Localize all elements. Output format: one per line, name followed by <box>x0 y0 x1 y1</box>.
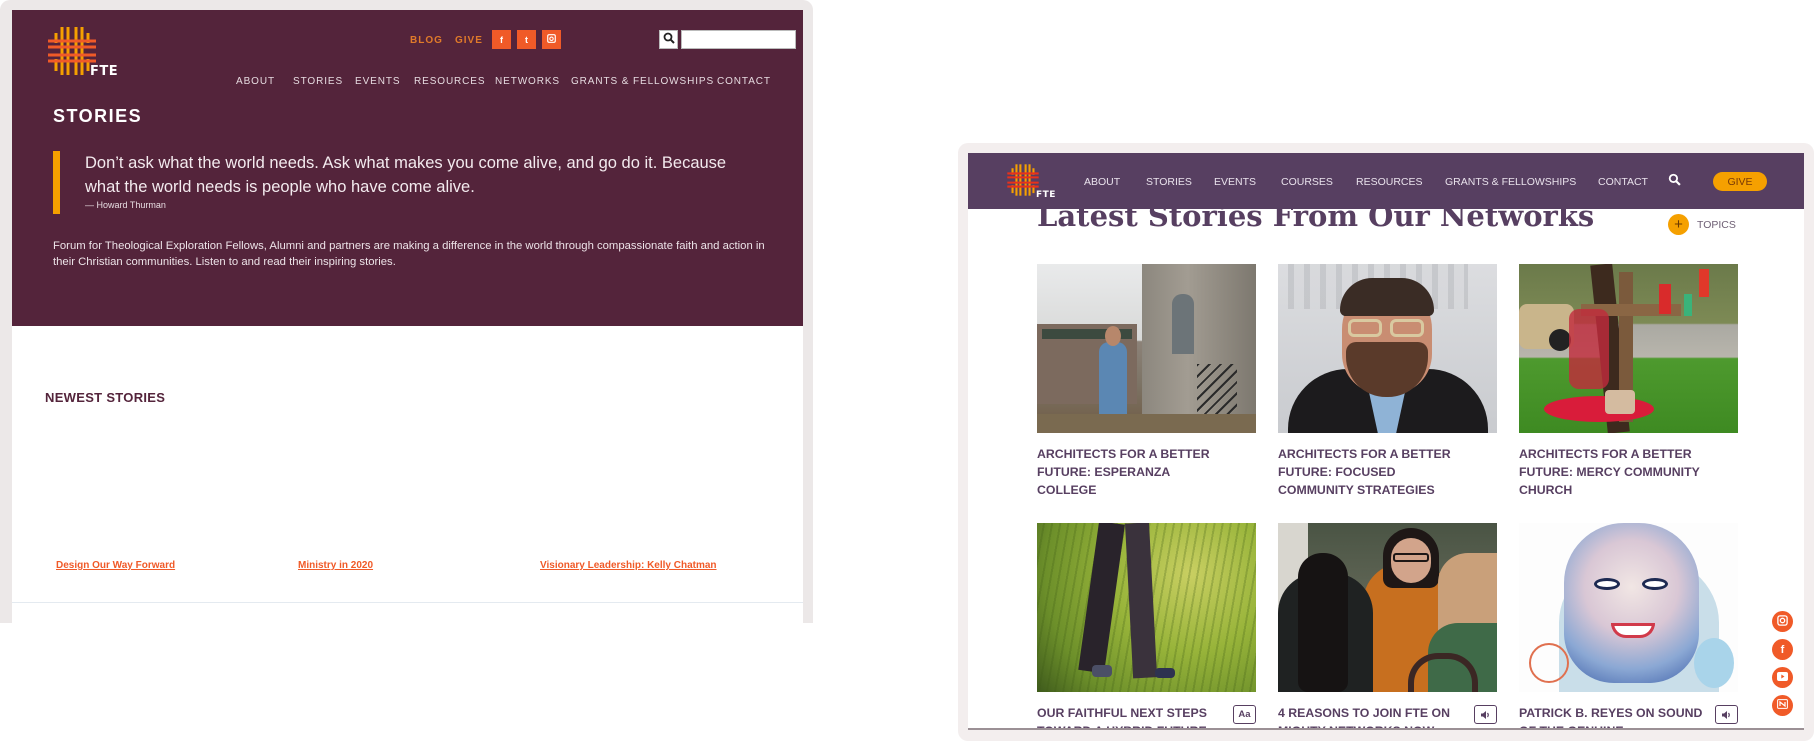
story-title[interactable]: 4 REASONS TO JOIN FTE ON MIGHTY NETWORKS… <box>1278 704 1473 728</box>
story-card[interactable]: ARCHITECTS FOR A BETTER FUTURE: ESPERANZ… <box>1037 264 1256 499</box>
fte-logo-link[interactable]: FTE <box>1006 163 1055 200</box>
story-image[interactable] <box>1278 264 1497 433</box>
nav-networks[interactable]: NETWORKS <box>495 76 560 87</box>
give-button[interactable]: GIVE <box>1713 172 1767 191</box>
fte-cross-logo-icon <box>1006 163 1040 197</box>
story-image[interactable] <box>1037 264 1256 433</box>
left-browser-window: FTE BLOG GIVE f t ABOUT STORIES EVENTS R… <box>0 0 813 623</box>
story-card[interactable]: 4 REASONS TO JOIN FTE ON MIGHTY NETWORKS… <box>1278 523 1497 728</box>
search-button[interactable] <box>659 30 678 49</box>
blog-link[interactable]: BLOG <box>410 35 443 46</box>
nav-about[interactable]: ABOUT <box>1084 176 1120 188</box>
facebook-icon: f <box>500 34 503 45</box>
quote-text: Don’t ask what the world needs. Ask what… <box>85 154 727 196</box>
story-title[interactable]: PATRICK B. REYES ON SOUND OF THE GENUINE <box>1519 704 1714 728</box>
story-card[interactable]: ARCHITECTS FOR A BETTER FUTURE: FOCUSED … <box>1278 264 1497 499</box>
fte-wordmark: FTE <box>90 64 119 79</box>
story-link[interactable]: Visionary Leadership: Kelly Chatman <box>540 560 717 571</box>
story-title[interactable]: ARCHITECTS FOR A BETTER FUTURE: FOCUSED … <box>1278 445 1473 499</box>
twitter-icon: t <box>525 34 528 45</box>
story-image[interactable] <box>1278 523 1497 692</box>
mighty-networks-button[interactable] <box>1772 695 1793 716</box>
story-card[interactable]: PATRICK B. REYES ON SOUND OF THE GENUINE <box>1519 523 1738 728</box>
divider <box>12 602 803 603</box>
search-input[interactable] <box>681 30 796 49</box>
hero-section: FTE BLOG GIVE f t ABOUT STORIES EVENTS R… <box>12 10 803 326</box>
instagram-icon <box>547 34 556 45</box>
nav-grants-fellowships[interactable]: GRANTS & FELLOWSHIPS <box>1445 176 1576 188</box>
newest-stories-heading: NEWEST STORIES <box>45 390 166 405</box>
story-link[interactable]: Ministry in 2020 <box>298 560 373 571</box>
stories-page: FTE BLOG GIVE f t ABOUT STORIES EVENTS R… <box>12 10 803 623</box>
right-browser-window: FTE ABOUT STORIES EVENTS COURSES RESOURC… <box>958 143 1814 741</box>
instagram-button[interactable] <box>542 30 561 49</box>
article-icon: Aa <box>1233 705 1256 724</box>
instagram-button[interactable] <box>1772 611 1793 632</box>
top-navigation: FTE ABOUT STORIES EVENTS COURSES RESOURC… <box>968 153 1804 209</box>
story-image[interactable] <box>1037 523 1256 692</box>
twitter-button[interactable]: t <box>517 30 536 49</box>
topics-button[interactable]: + TOPICS <box>1668 214 1736 235</box>
fte-wordmark: FTE <box>1036 190 1056 200</box>
hero-description: Forum for Theological Exploration Fellow… <box>53 240 765 268</box>
nav-contact[interactable]: CONTACT <box>717 76 771 87</box>
story-image[interactable] <box>1519 264 1738 433</box>
instagram-icon <box>1777 614 1788 629</box>
story-title[interactable]: ARCHITECTS FOR A BETTER FUTURE: MERCY CO… <box>1519 445 1714 499</box>
nav-contact[interactable]: CONTACT <box>1598 176 1648 188</box>
audio-icon <box>1474 705 1497 724</box>
quote-author: — Howard Thurman <box>85 200 166 210</box>
nav-events[interactable]: EVENTS <box>1214 176 1256 188</box>
page-title: STORIES <box>53 106 143 126</box>
audio-icon <box>1715 705 1738 724</box>
story-card[interactable]: OUR FAITHFUL NEXT STEPS TOWARD A HYBRID … <box>1037 523 1256 728</box>
fte-logo-link[interactable]: FTE <box>46 25 118 79</box>
story-title[interactable]: ARCHITECTS FOR A BETTER FUTURE: ESPERANZ… <box>1037 445 1232 499</box>
quote-accent-bar <box>53 151 60 214</box>
facebook-icon: f <box>1780 643 1785 656</box>
youtube-button[interactable] <box>1772 667 1793 688</box>
nav-about[interactable]: ABOUT <box>236 76 275 87</box>
nav-courses[interactable]: COURSES <box>1281 176 1333 188</box>
plus-icon: + <box>1668 214 1689 235</box>
nav-resources[interactable]: RESOURCES <box>414 76 485 87</box>
search-icon <box>663 31 675 49</box>
search-icon[interactable] <box>1668 173 1681 191</box>
mighty-networks-icon <box>1777 699 1788 712</box>
story-link[interactable]: Design Our Way Forward <box>56 560 175 571</box>
facebook-button[interactable]: f <box>1772 639 1793 660</box>
nav-grants-fellowships[interactable]: GRANTS & FELLOWSHIPS <box>571 76 714 87</box>
give-link[interactable]: GIVE <box>455 35 483 46</box>
nav-resources[interactable]: RESOURCES <box>1356 176 1423 188</box>
nav-stories[interactable]: STORIES <box>293 76 343 87</box>
nav-stories[interactable]: STORIES <box>1146 176 1192 188</box>
story-title[interactable]: OUR FAITHFUL NEXT STEPS TOWARD A HYBRID … <box>1037 704 1232 728</box>
stories-page-redesign: FTE ABOUT STORIES EVENTS COURSES RESOURC… <box>968 153 1804 730</box>
nav-events[interactable]: EVENTS <box>355 76 400 87</box>
story-card[interactable]: ARCHITECTS FOR A BETTER FUTURE: MERCY CO… <box>1519 264 1738 499</box>
youtube-icon <box>1777 671 1788 684</box>
topics-label: TOPICS <box>1697 218 1736 231</box>
story-image[interactable] <box>1519 523 1738 692</box>
facebook-button[interactable]: f <box>492 30 511 49</box>
